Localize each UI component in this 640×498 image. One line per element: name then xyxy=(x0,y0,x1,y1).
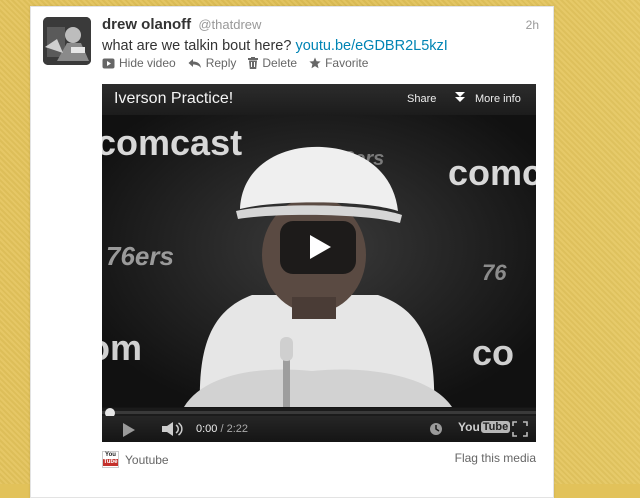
author-name[interactable]: drew olanoff xyxy=(102,16,191,33)
svg-text:co: co xyxy=(472,332,514,373)
flag-media-link[interactable]: Flag this media xyxy=(455,451,536,465)
media-source[interactable]: You Tube Youtube xyxy=(102,451,169,468)
hide-video-button[interactable]: Hide video xyxy=(102,56,176,70)
trash-icon xyxy=(248,57,259,69)
favorite-button[interactable]: Favorite xyxy=(309,56,368,70)
backdrop-logo-2: 76ers xyxy=(106,241,174,271)
fullscreen-icon[interactable] xyxy=(512,421,528,442)
player-title-bar: Iverson Practice! Share More info xyxy=(102,84,536,115)
youtube-logo-you: You xyxy=(458,420,480,434)
youtube-logo-tube: Tube xyxy=(480,421,511,433)
tweet-card: drew olanoff @thatdrew 2h what are we ta… xyxy=(30,6,554,498)
reply-label: Reply xyxy=(205,56,237,70)
progress-track xyxy=(102,411,536,414)
video-title[interactable]: Iverson Practice! xyxy=(114,90,233,108)
author-handle[interactable]: @thatdrew xyxy=(198,17,261,32)
avatar[interactable] xyxy=(43,17,91,65)
play-button[interactable] xyxy=(280,221,356,274)
volume-icon[interactable] xyxy=(162,422,184,441)
tweet-timestamp[interactable]: 2h xyxy=(526,18,539,32)
share-button[interactable]: Share xyxy=(407,93,436,105)
reply-icon xyxy=(188,58,202,69)
time-readout: 0:00 / 2:22 xyxy=(196,423,248,435)
watch-later-icon[interactable] xyxy=(429,422,443,441)
tweet-author: drew olanoff @thatdrew xyxy=(102,16,261,33)
favorite-label: Favorite xyxy=(325,56,369,70)
delete-button[interactable]: Delete xyxy=(248,56,297,70)
current-time: 0:00 xyxy=(196,423,218,435)
more-info-label: More info xyxy=(475,93,521,105)
youtube-logo[interactable]: You Tube xyxy=(458,420,511,434)
tweet-actions: Hide video Reply Delete Favorite xyxy=(102,56,368,70)
reply-button[interactable]: Reply xyxy=(188,56,237,70)
backdrop-logo-1: comcast xyxy=(102,122,242,163)
backdrop-logo-3: comcast xyxy=(448,152,536,193)
delete-label: Delete xyxy=(262,56,298,70)
video-player[interactable]: Iverson Practice! Share More info comcas… xyxy=(102,84,536,442)
progress-bar[interactable] xyxy=(102,408,536,418)
tweet-link[interactable]: youtu.be/eGDBR2L5kzI xyxy=(295,38,447,54)
more-info-button[interactable]: More info xyxy=(455,92,521,106)
video-icon xyxy=(102,58,115,69)
player-controls: 0:00 / 2:22 You Tube xyxy=(102,416,536,442)
star-icon xyxy=(309,57,321,69)
tweet-body: what are we talkin bout here? xyxy=(102,38,292,54)
youtube-source-icon: You Tube xyxy=(102,451,119,468)
duration: / 2:22 xyxy=(220,423,249,435)
play-icon[interactable] xyxy=(122,423,136,442)
media-source-label: Youtube xyxy=(125,452,169,467)
svg-text:om: om xyxy=(102,327,142,368)
hide-video-label: Hide video xyxy=(119,56,176,70)
tweet-text: what are we talkin bout here? youtu.be/e… xyxy=(102,38,448,54)
more-info-icon xyxy=(455,92,465,106)
svg-text:76: 76 xyxy=(482,260,507,285)
